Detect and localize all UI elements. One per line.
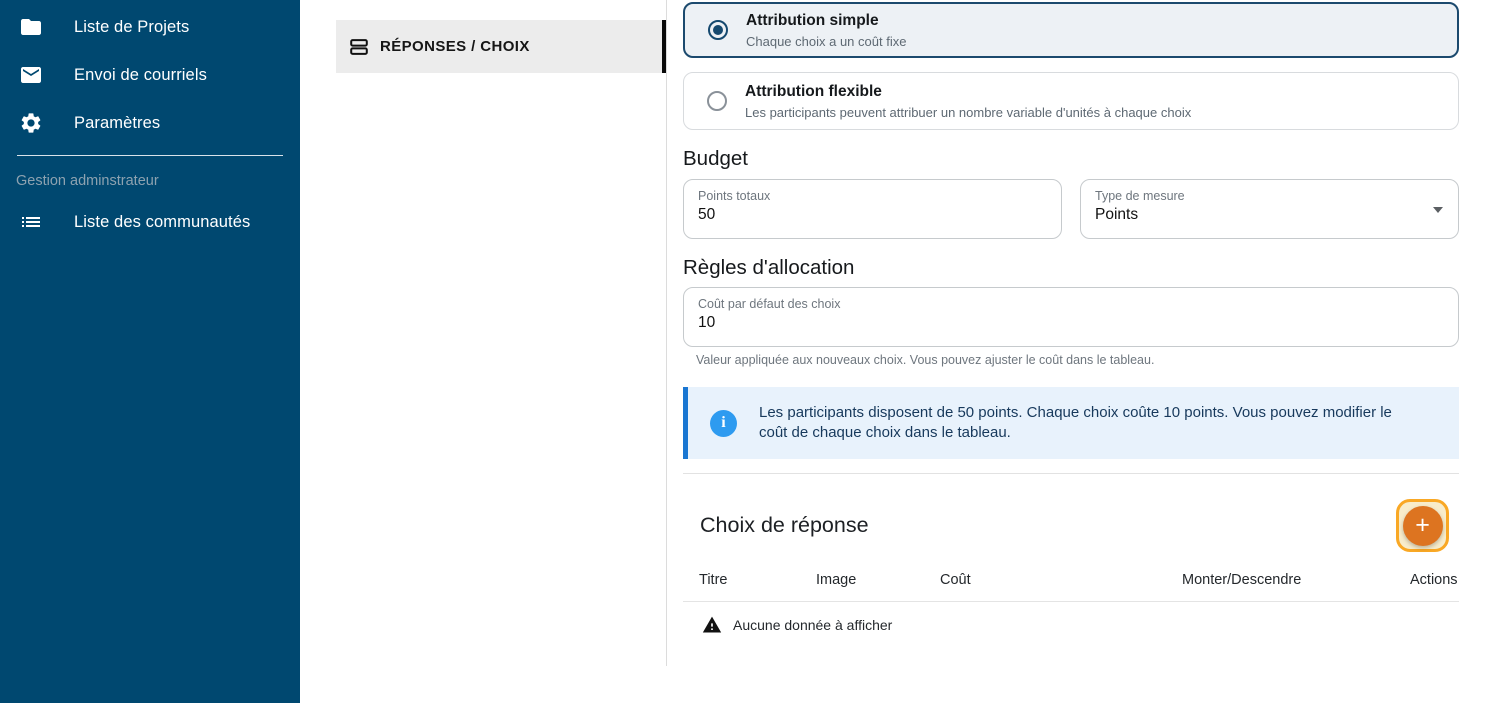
points-total-label: Points totaux (698, 189, 1047, 203)
sidebar-section-label: Gestion adminstrateur (16, 173, 300, 189)
column-header-monter-descendre: Monter/Descendre (1182, 572, 1410, 588)
tab-reponses-choix[interactable]: RÉPONSES / CHOIX (336, 20, 666, 73)
option-description: Chaque choix a un coût fixe (746, 34, 906, 49)
sidebar-item-emails[interactable]: Envoi de courriels (0, 51, 300, 99)
mail-icon (19, 63, 43, 87)
option-attribution-flexible[interactable]: Attribution flexible Les participants pe… (683, 72, 1459, 130)
tab-label: RÉPONSES / CHOIX (380, 38, 530, 55)
radio-unchecked-icon[interactable] (707, 91, 727, 111)
column-header-titre: Titre (699, 572, 816, 588)
chevron-down-icon[interactable] (1433, 207, 1443, 213)
option-title: Attribution flexible (745, 82, 1191, 101)
sidebar-item-projects[interactable]: Liste de Projets (0, 3, 300, 51)
info-alert: i Les participants disposent de 50 point… (683, 387, 1459, 459)
add-choice-button[interactable]: + (1396, 499, 1449, 552)
app-root: Liste de Projets Envoi de courriels Para… (0, 0, 1511, 703)
points-total-field[interactable]: Points totaux (683, 179, 1062, 239)
warning-icon (702, 615, 722, 635)
column-header-image: Image (816, 572, 940, 588)
sidebar-item-label: Envoi de courriels (74, 66, 207, 85)
option-description: Les participants peuvent attribuer un no… (745, 105, 1191, 120)
column-header-actions: Actions (1410, 572, 1458, 588)
choices-heading: Choix de réponse (700, 513, 869, 538)
default-cost-field[interactable]: Coût par défaut des choix (683, 287, 1459, 347)
measure-type-select[interactable]: Type de mesure Points (1080, 179, 1459, 239)
empty-state-text: Aucune donnée à afficher (733, 617, 892, 633)
default-cost-input[interactable] (698, 314, 1369, 332)
default-cost-helper-text: Valeur appliquée aux nouveaux choix. Vou… (683, 353, 1459, 367)
default-cost-label: Coût par défaut des choix (698, 297, 1444, 311)
choices-table-header: Titre Image Coût Monter/Descendre Action… (683, 552, 1459, 602)
points-total-input[interactable] (698, 206, 1012, 224)
option-title: Attribution simple (746, 11, 906, 30)
folder-icon (19, 15, 43, 39)
sidebar-divider (17, 155, 283, 156)
column-header-cout: Coût (940, 572, 1182, 588)
main-content: Attribution simple Chaque choix a un coû… (683, 0, 1459, 635)
option-attribution-simple[interactable]: Attribution simple Chaque choix a un coû… (683, 2, 1459, 58)
measure-type-label: Type de mesure (1095, 189, 1444, 203)
gear-icon (19, 111, 43, 135)
plus-icon: + (1403, 506, 1443, 546)
budget-heading: Budget (683, 147, 1459, 171)
table-rows-icon (348, 36, 370, 58)
empty-state-row: Aucune donnée à afficher (683, 602, 1459, 635)
sidebar-item-label: Liste des communautés (74, 213, 250, 232)
content-divider-vertical (666, 0, 667, 666)
info-icon: i (710, 410, 737, 437)
sidebar-item-label: Liste de Projets (74, 18, 189, 37)
section-divider (683, 473, 1459, 474)
sidebar-item-communities[interactable]: Liste des communautés (0, 198, 300, 246)
allocation-heading: Règles d'allocation (683, 256, 1459, 280)
radio-checked-icon[interactable] (708, 20, 728, 40)
info-alert-text: Les participants disposent de 50 points.… (759, 403, 1419, 443)
list-icon (19, 210, 43, 234)
sidebar-item-settings[interactable]: Paramètres (0, 99, 300, 147)
sidebar-item-label: Paramètres (74, 114, 160, 133)
measure-type-value: Points (1095, 206, 1444, 224)
sidebar: Liste de Projets Envoi de courriels Para… (0, 0, 300, 703)
